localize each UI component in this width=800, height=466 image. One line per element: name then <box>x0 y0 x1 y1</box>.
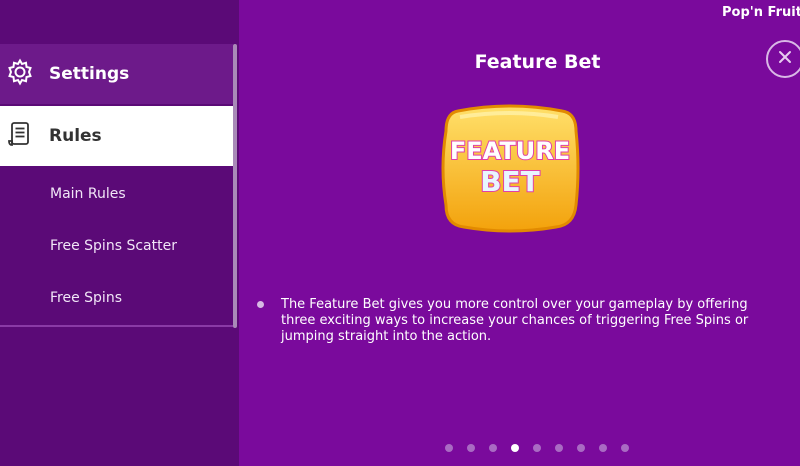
sidebar-item-settings[interactable]: Settings <box>0 44 233 104</box>
rule-description: The Feature Bet gives you more control o… <box>281 297 749 344</box>
logo-text-feature: FEATURE <box>450 137 570 165</box>
rules-label: Rules <box>49 126 102 146</box>
close-button[interactable] <box>766 40 800 78</box>
document-icon <box>6 120 34 152</box>
pagination-dot[interactable] <box>511 444 519 452</box>
sidebar-item-main-rules[interactable]: Main Rules <box>50 186 126 202</box>
brand-logo: Pop'n Fruit <box>722 5 800 20</box>
close-icon <box>777 49 793 69</box>
page-title: Feature Bet <box>474 51 601 73</box>
pagination-dot[interactable] <box>489 444 497 452</box>
pagination-dot[interactable] <box>467 444 475 452</box>
pagination-dot[interactable] <box>533 444 541 452</box>
bullet-dot <box>257 301 264 308</box>
settings-label: Settings <box>49 64 130 84</box>
feature-bet-logo: FEATURE BET <box>441 104 580 233</box>
pagination-dot[interactable] <box>555 444 563 452</box>
pagination-dot[interactable] <box>445 444 453 452</box>
logo-text-bet: BET <box>480 165 540 198</box>
pagination-dot[interactable] <box>621 444 629 452</box>
pagination-dot[interactable] <box>599 444 607 452</box>
sidebar-item-free-spins-scatter[interactable]: Free Spins Scatter <box>50 238 177 254</box>
sidebar-item-rules[interactable]: Rules <box>0 106 233 166</box>
pagination-dots <box>445 444 629 452</box>
sidebar: Settings Rules Main Rules Free Spins Sca… <box>0 0 239 466</box>
pagination-dot[interactable] <box>577 444 585 452</box>
sidebar-scrollbar[interactable] <box>233 44 237 328</box>
sidebar-item-free-spins[interactable]: Free Spins <box>50 290 122 306</box>
gear-icon <box>6 58 34 90</box>
sidebar-divider <box>0 325 233 327</box>
